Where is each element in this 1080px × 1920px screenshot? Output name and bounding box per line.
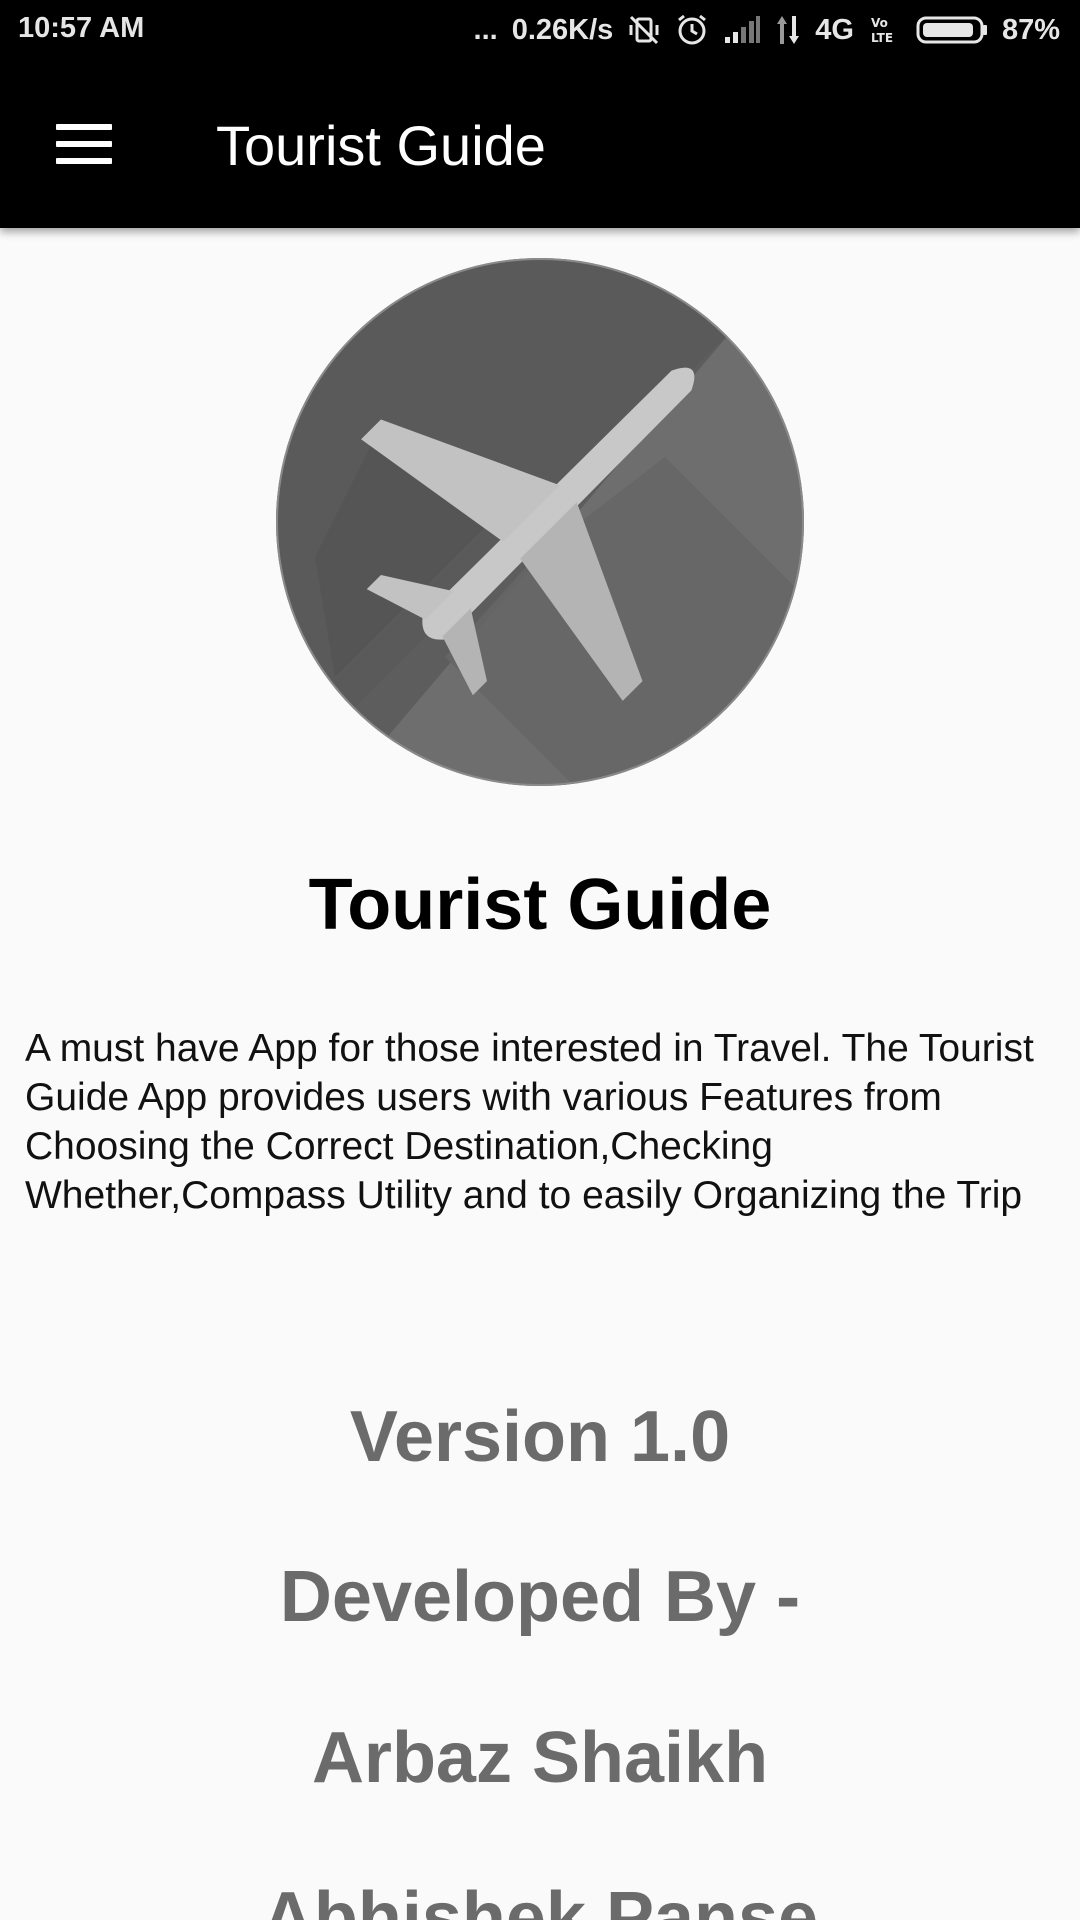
hamburger-menu-icon <box>56 124 112 164</box>
app-description: A must have App for those interested in … <box>25 1027 1034 1217</box>
version-label: Version 1.0 <box>349 1397 731 1477</box>
menu-button[interactable] <box>40 110 128 178</box>
svg-text:Vo: Vo <box>871 16 888 30</box>
screen: 10:57 AM ... 0.26K/s 4G Vo LTE 87% Touri… <box>0 0 1080 1920</box>
developer-name: Abhishek Panse <box>261 1878 819 1920</box>
alarm-icon <box>675 13 709 47</box>
app-bar: Tourist Guide <box>0 60 1080 228</box>
battery-level: 87% <box>1001 14 1060 46</box>
app-name-heading: Tourist Guide <box>308 865 772 945</box>
status-dots: ... <box>473 14 498 46</box>
vibrate-off-icon <box>627 13 661 47</box>
battery-icon <box>916 15 988 45</box>
status-indicators: ... 0.26K/s 4G Vo LTE 87% <box>474 10 1060 50</box>
developed-by-label: Developed By - <box>279 1557 801 1637</box>
signal-icon <box>723 15 761 45</box>
developer-name: Arbaz Shaikh <box>311 1718 769 1798</box>
svg-text:LTE: LTE <box>871 31 893 45</box>
app-logo <box>275 257 805 787</box>
status-time: 10:57 AM <box>18 12 145 44</box>
volte-icon: Vo LTE <box>868 14 902 46</box>
airplane-icon <box>276 258 804 786</box>
data-arrows-icon <box>775 14 801 46</box>
network-speed: 0.26K/s <box>511 14 614 46</box>
app-title: Tourist Guide <box>216 114 546 177</box>
network-type: 4G <box>815 14 854 46</box>
status-bar: 10:57 AM ... 0.26K/s 4G Vo LTE 87% <box>0 0 1080 60</box>
